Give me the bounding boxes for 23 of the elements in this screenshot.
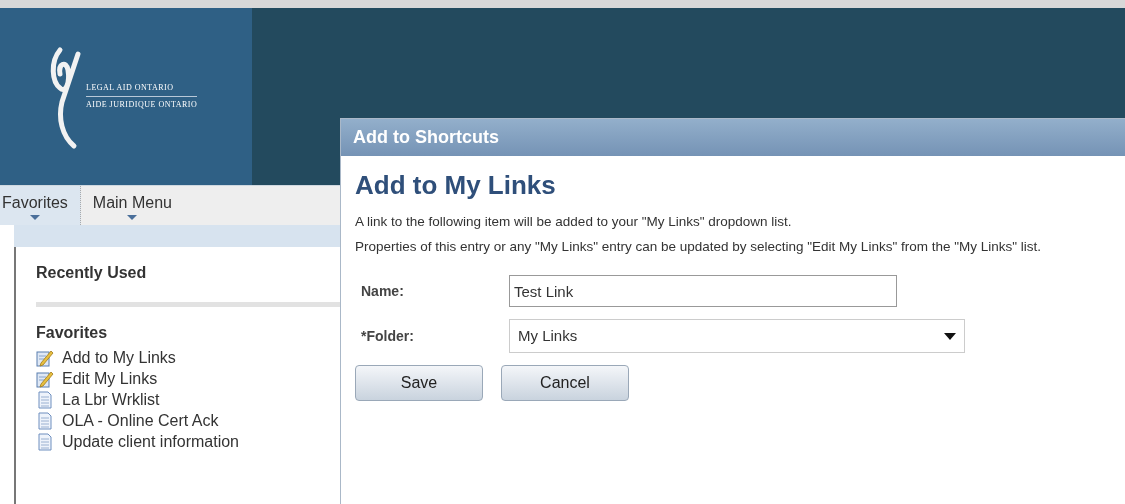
section-title: Favorites [36,323,109,343]
dialog-heading: Add to My Links [355,169,557,202]
dialog-title: Add to Shortcuts [353,126,499,149]
dialog-button[interactable]: Cancel [501,365,629,401]
folder-dropdown[interactable]: My Links [509,319,965,353]
edit-icon [36,369,54,388]
dialog-button[interactable]: Save [355,365,483,401]
caret-icon [127,215,138,220]
edit-icon [36,348,54,367]
caret-icon [29,215,40,220]
field-label: Name: [361,281,405,301]
description-text: A link to the following item will be added to your "My Links" dropdown list. Properties of this entry or any "My Links" entry can be updated by selecting "Edit My Links" from the "My Links" list. [355,213,1043,256]
logo-text: AIDE JURIDIQUE ONTARIO [86,99,198,111]
logo-text: LEGAL AID ONTARIO [86,82,198,97]
name-field[interactable]: Test Link [509,275,897,307]
document-icon [36,411,54,430]
menu-tab[interactable]: Favorites [0,186,81,225]
section-title: Recently Used [36,263,148,283]
menu-tab[interactable]: Main Menu [90,186,174,225]
document-icon [36,390,54,409]
dropdown-arrow-icon [944,332,956,340]
field-label: *Folder: [361,326,415,346]
document-icon [36,432,54,451]
